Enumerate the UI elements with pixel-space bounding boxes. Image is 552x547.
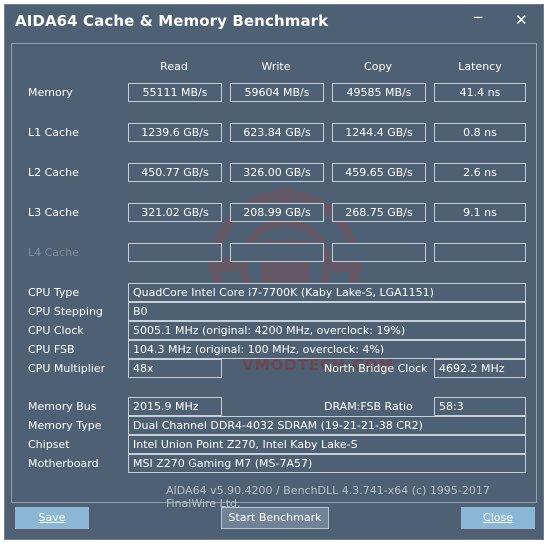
minimize-icon[interactable]: ‒ [473,7,483,26]
memory-latency-value: 41.4 ns [434,83,526,102]
l2-copy-value: 459.65 GB/s [332,163,426,182]
memory-type-label: Memory Type [28,419,102,432]
cpu-type-label: CPU Type [28,286,80,299]
l3-copy-value: 268.75 GB/s [332,203,426,222]
l2-read-value: 450.77 GB/s [128,163,222,182]
results-panel: VMODTECH.COM Read Write Copy Latency Mem… [11,43,537,510]
cpu-clock-label: CPU Clock [28,324,84,337]
l3-write-value: 208.99 GB/s [230,203,324,222]
l4-copy-value [332,243,426,262]
memory-write-value: 59604 MB/s [230,83,324,102]
column-header-latency: Latency [458,60,502,73]
title-bar: AIDA64 Cache & Memory Benchmark ‒ ✕ [5,5,543,37]
chipset-value: Intel Union Point Z270, Intel Kaby Lake-… [128,435,526,454]
save-button-label: Save [38,511,66,524]
dram-fsb-ratio-label: DRAM:FSB Ratio [324,400,413,413]
l4-write-value [230,243,324,262]
memory-bus-label: Memory Bus [28,400,97,413]
close-icon[interactable]: ✕ [515,11,528,29]
motherboard-label: Motherboard [28,457,99,470]
window-title: AIDA64 Cache & Memory Benchmark [15,12,329,30]
start-benchmark-button[interactable]: Start Benchmark [221,507,329,529]
l4-read-value [128,243,222,262]
north-bridge-clock-label: North Bridge Clock [324,362,428,375]
l1-write-value: 623.84 GB/s [230,123,324,142]
cpu-fsb-label: CPU FSB [28,343,75,356]
row-label-l2-cache: L2 Cache [28,166,79,179]
row-label-memory: Memory [28,86,73,99]
cpu-type-value: QuadCore Intel Core i7-7700K (Kaby Lake-… [128,283,526,302]
row-label-l1-cache: L1 Cache [28,126,79,139]
cpu-clock-value: 5005.1 MHz (original: 4200 MHz, overcloc… [128,321,526,340]
memory-type-value: Dual Channel DDR4-4032 SDRAM (19-21-21-3… [128,416,526,435]
l4-latency-value [434,243,526,262]
l2-latency-value: 2.6 ns [434,163,526,182]
dram-fsb-ratio-value: 58:3 [434,397,526,416]
row-label-l4-cache: L4 Cache [28,246,79,259]
column-header-write: Write [261,60,291,73]
l1-copy-value: 1244.4 GB/s [332,123,426,142]
memory-read-value: 55111 MB/s [128,83,222,102]
cpu-fsb-value: 104.3 MHz (original: 100 MHz, overclock:… [128,340,526,359]
cpu-stepping-label: CPU Stepping [28,305,103,318]
l2-write-value: 326.00 GB/s [230,163,324,182]
memory-bus-value: 2015.9 MHz [128,397,222,416]
l1-read-value: 1239.6 GB/s [128,123,222,142]
memory-copy-value: 49585 MB/s [332,83,426,102]
start-benchmark-label: Start Benchmark [228,511,322,524]
cpu-multiplier-value: 48x [128,359,222,378]
l3-latency-value: 9.1 ns [434,203,526,222]
benchmark-window: AIDA64 Cache & Memory Benchmark ‒ ✕ VMOD… [4,4,544,540]
column-header-read: Read [160,60,188,73]
column-header-copy: Copy [364,60,392,73]
cpu-stepping-value: B0 [128,302,526,321]
save-button[interactable]: Save [15,507,89,529]
chipset-label: Chipset [28,438,70,451]
cpu-multiplier-label: CPU Multiplier [28,362,106,375]
close-button[interactable]: Close [461,507,535,529]
l3-read-value: 321.02 GB/s [128,203,222,222]
close-button-label: Close [483,511,513,524]
north-bridge-clock-value: 4692.2 MHz [434,359,526,378]
l1-latency-value: 0.8 ns [434,123,526,142]
row-label-l3-cache: L3 Cache [28,206,79,219]
motherboard-value: MSI Z270 Gaming M7 (MS-7A57) [128,454,526,473]
